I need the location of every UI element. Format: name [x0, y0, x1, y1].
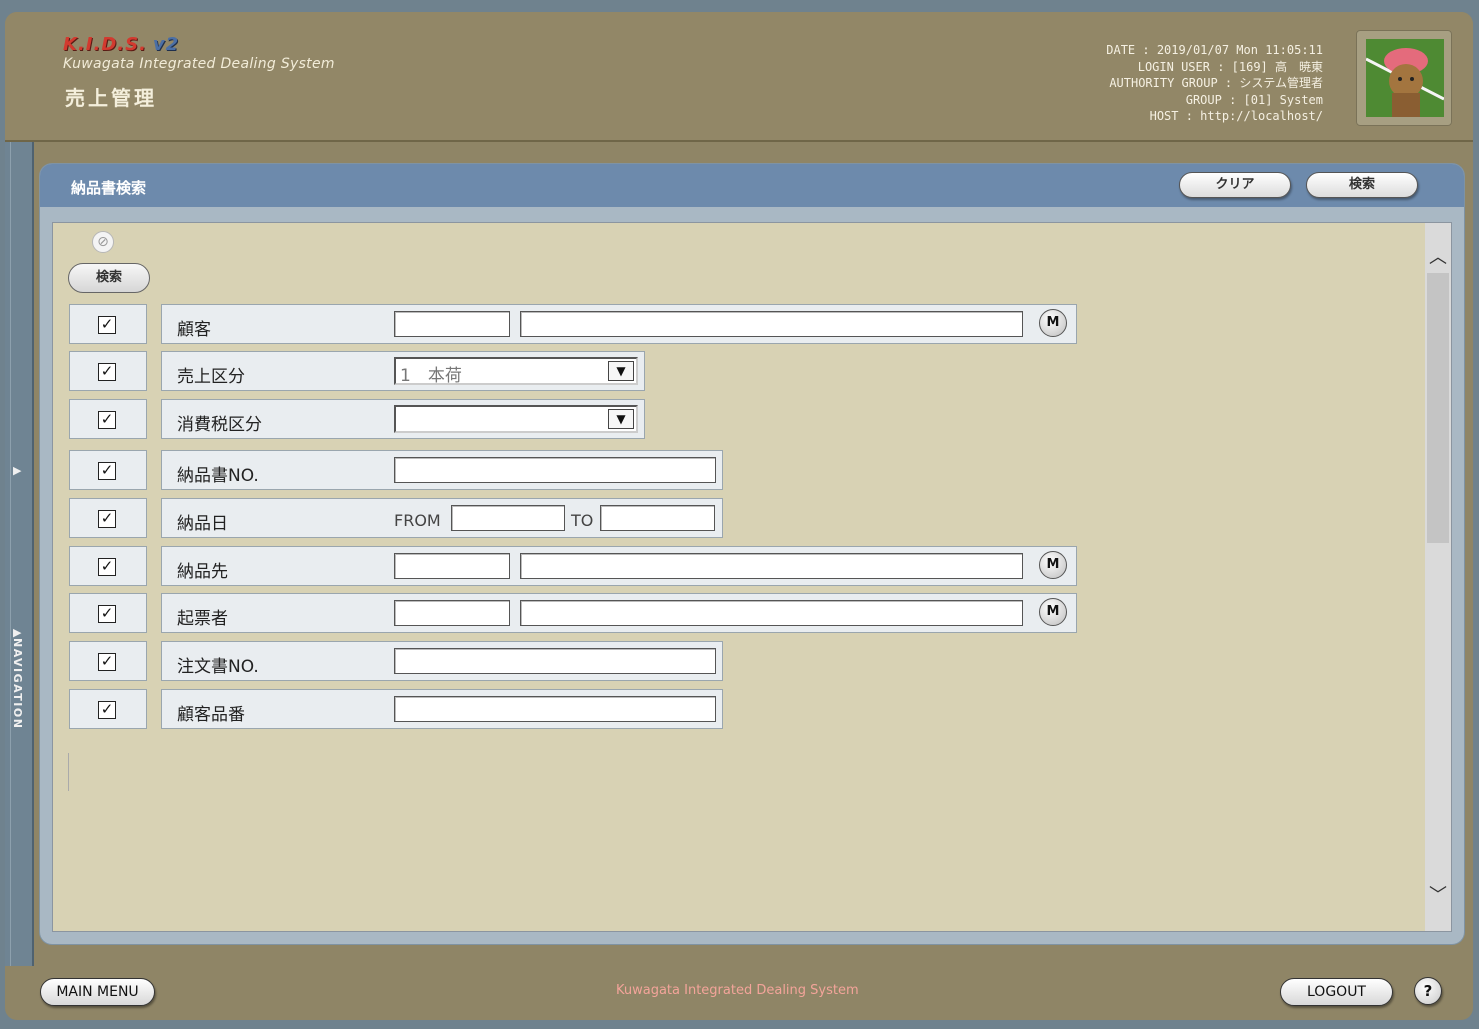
sales-type-select[interactable]: 1 本荷 ▼	[394, 357, 638, 386]
scroll-down-icon[interactable]: ﹀	[1429, 881, 1447, 907]
clear-button[interactable]: クリア	[1179, 172, 1291, 198]
session-info: DATE : 2019/01/07 Mon 11:05:11 LOGIN USE…	[1106, 42, 1323, 125]
tax-type-select[interactable]: ▼	[394, 405, 638, 433]
issuer-name-input[interactable]	[520, 600, 1023, 626]
field-cell: 納品書NO.	[161, 450, 723, 490]
sales-type-value: 1 本荷	[400, 366, 462, 386]
field-cell: 顧客品番	[161, 689, 723, 729]
to-label: TO	[571, 511, 594, 530]
customer-name-input[interactable]	[520, 311, 1023, 337]
avatar-image	[1366, 39, 1444, 117]
customer-code-input[interactable]	[394, 311, 510, 337]
chevron-down-icon[interactable]: ▼	[608, 409, 634, 429]
tax-type-label: 消費税区分	[177, 415, 262, 435]
checkbox-cell: ✓	[69, 498, 147, 538]
nav-divider	[10, 142, 11, 966]
checkbox-cell: ✓	[69, 304, 147, 344]
checkbox-cell: ✓	[69, 593, 147, 633]
field-cell: 納品先 M	[161, 546, 1077, 586]
customer-label: 顧客	[177, 320, 211, 340]
logout-button[interactable]: LOGOUT	[1280, 978, 1393, 1006]
navigation-strip[interactable]: ▶ NAVIGATION ▶	[5, 142, 34, 966]
delivery-date-checkbox[interactable]: ✓	[98, 510, 116, 528]
destination-name-input[interactable]	[520, 553, 1023, 579]
info-login-user: LOGIN USER : [169] 高 暁東	[1137, 59, 1323, 74]
checkbox-cell: ✓	[69, 546, 147, 586]
issuer-label: 起票者	[177, 609, 228, 629]
field-cell: 注文書NO.	[161, 641, 723, 681]
nav-expand-icon[interactable]: ▶	[13, 626, 21, 639]
vertical-scrollbar[interactable]: ︿ ﹀	[1425, 223, 1451, 931]
clear-icon[interactable]: ⊘	[92, 231, 114, 253]
chevron-down-icon[interactable]: ▼	[608, 361, 634, 381]
panel-title: 納品書検索	[71, 179, 147, 197]
checkbox-cell: ✓	[69, 450, 147, 490]
checkbox-cell: ✓	[69, 399, 147, 439]
customer-part-input[interactable]	[394, 696, 716, 722]
footer-system-name: Kuwagata Integrated Dealing System	[616, 983, 859, 998]
destination-checkbox[interactable]: ✓	[98, 558, 116, 576]
module-title: 売上管理	[65, 86, 157, 110]
customer-part-checkbox[interactable]: ✓	[98, 701, 116, 719]
info-authority-group: AUTHORITY GROUP : システム管理者	[1109, 76, 1323, 90]
delivery-date-label: 納品日	[177, 514, 228, 534]
field-cell: 売上区分 1 本荷 ▼	[161, 351, 645, 391]
nav-expand-icon[interactable]: ▶	[13, 464, 21, 477]
sales-type-label: 売上区分	[177, 367, 245, 387]
from-label: FROM	[394, 511, 441, 530]
search-panel: 納品書検索 クリア 検索 ⊘ 検索 ✓ 顧客 M ✓ 売上区分 1 本荷 ▼ ✓…	[40, 164, 1464, 944]
tax-type-checkbox[interactable]: ✓	[98, 411, 116, 429]
delivery-date-from-input[interactable]	[451, 505, 565, 531]
app-logo: K.I.D.S. v2	[63, 34, 180, 55]
inline-search-button[interactable]: 検索	[68, 263, 150, 293]
checkbox-cell: ✓	[69, 641, 147, 681]
user-avatar	[1356, 30, 1452, 126]
divider	[68, 753, 69, 791]
destination-master-button[interactable]: M	[1039, 551, 1067, 579]
checkbox-cell: ✓	[69, 351, 147, 391]
field-cell: 納品日 FROM TO	[161, 498, 723, 538]
panel-header: 納品書検索 クリア 検索	[40, 164, 1464, 207]
customer-part-label: 顧客品番	[177, 705, 245, 725]
field-cell: 消費税区分 ▼	[161, 399, 645, 439]
navigation-label: NAVIGATION	[11, 638, 24, 730]
scroll-thumb[interactable]	[1427, 273, 1449, 543]
delivery-no-input[interactable]	[394, 457, 716, 483]
search-button[interactable]: 検索	[1306, 172, 1418, 198]
destination-code-input[interactable]	[394, 553, 510, 579]
delivery-no-label: 納品書NO.	[177, 466, 259, 486]
sales-type-checkbox[interactable]: ✓	[98, 363, 116, 381]
app-subtitle: Kuwagata Integrated Dealing System	[63, 56, 335, 72]
customer-master-button[interactable]: M	[1039, 309, 1067, 337]
info-date: DATE : 2019/01/07 Mon 11:05:11	[1106, 43, 1323, 57]
order-no-label: 注文書NO.	[177, 657, 259, 677]
main-menu-button[interactable]: MAIN MENU	[40, 978, 155, 1006]
order-no-input[interactable]	[394, 648, 716, 674]
info-group: GROUP : [01] System	[1185, 92, 1323, 107]
customer-checkbox[interactable]: ✓	[98, 316, 116, 334]
destination-label: 納品先	[177, 562, 228, 582]
field-cell: 起票者 M	[161, 593, 1077, 633]
scroll-up-icon[interactable]: ︿	[1429, 243, 1447, 269]
issuer-code-input[interactable]	[394, 600, 510, 626]
issuer-checkbox[interactable]: ✓	[98, 605, 116, 623]
delivery-no-checkbox[interactable]: ✓	[98, 462, 116, 480]
order-no-checkbox[interactable]: ✓	[98, 653, 116, 671]
checkbox-cell: ✓	[69, 689, 147, 729]
search-form: ⊘ 検索 ✓ 顧客 M ✓ 売上区分 1 本荷 ▼ ✓ 消費税区分 ▼ ✓ 納品…	[52, 222, 1452, 932]
help-icon[interactable]: ?	[1414, 977, 1442, 1005]
app-header: K.I.D.S. v2 Kuwagata Integrated Dealing S…	[5, 12, 1473, 142]
info-host: HOST : http://localhost/	[1149, 109, 1323, 123]
issuer-master-button[interactable]: M	[1039, 598, 1067, 626]
delivery-date-to-input[interactable]	[600, 505, 715, 531]
field-cell: 顧客 M	[161, 304, 1077, 344]
